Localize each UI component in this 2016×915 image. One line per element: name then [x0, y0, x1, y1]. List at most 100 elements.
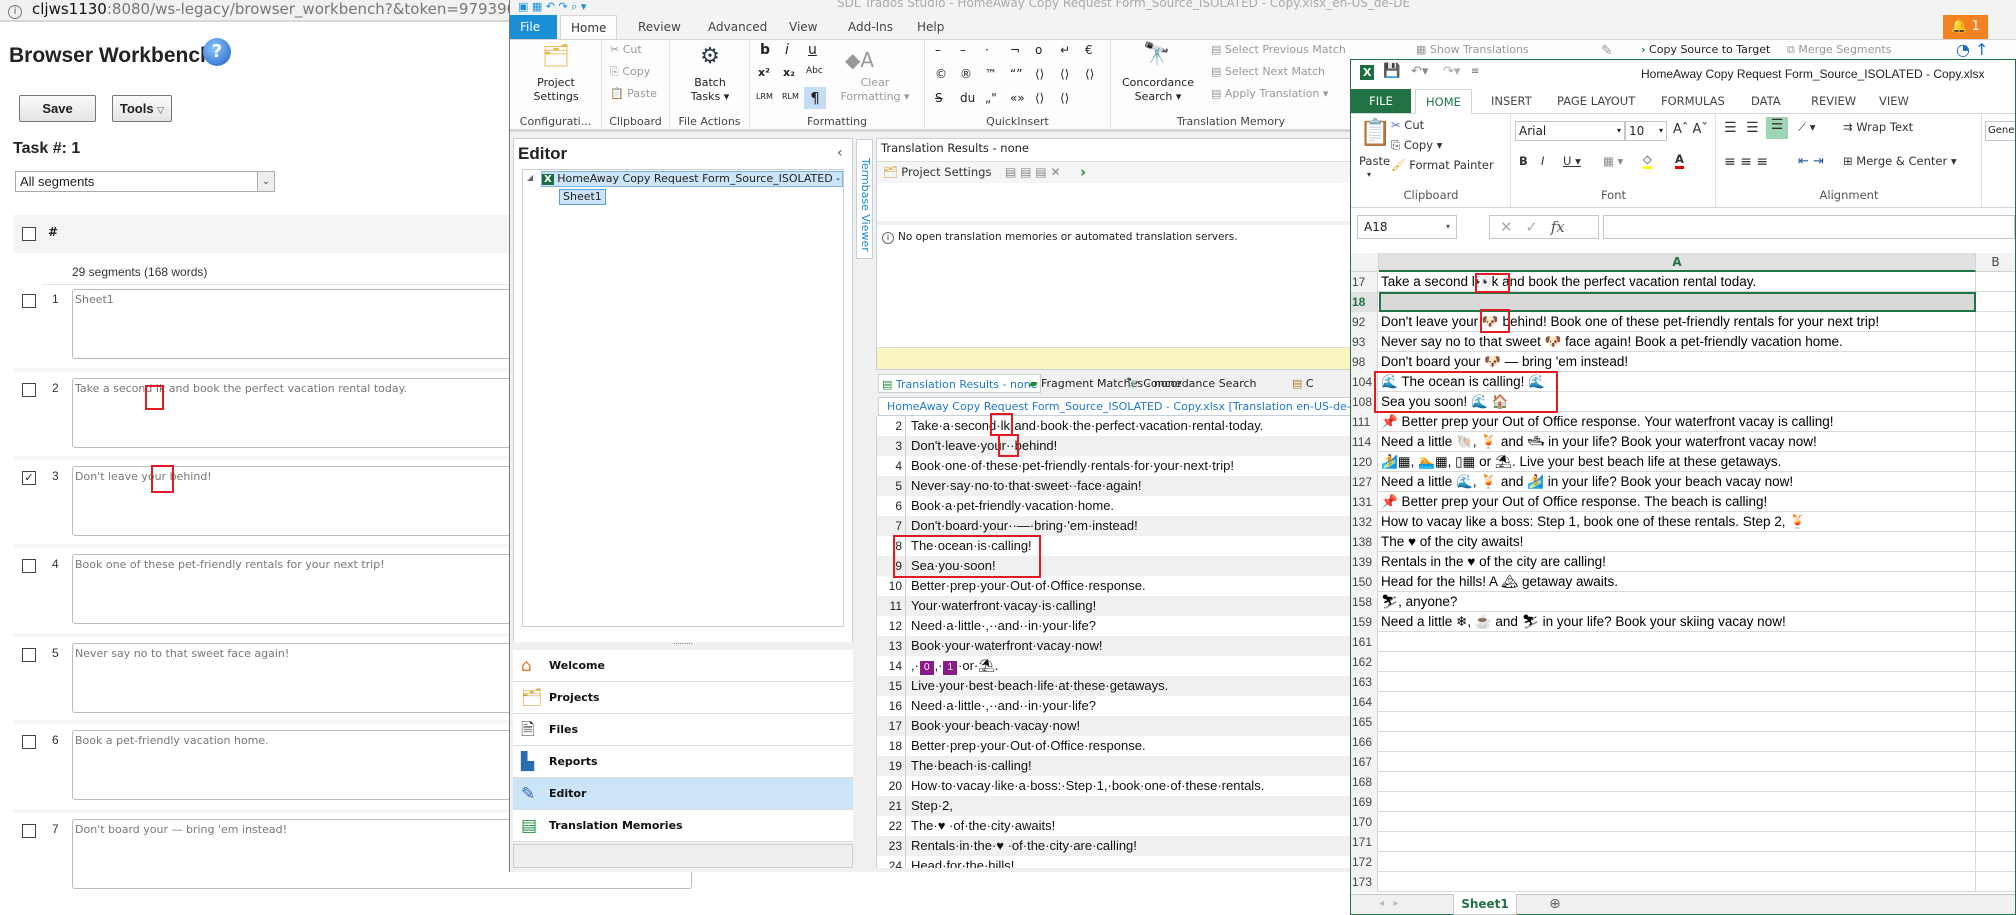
- segment-row[interactable]: 10 Better·prep·your·Out·of·Office·respons…: [877, 576, 1356, 596]
- segment-row[interactable]: 2 Take·a·second·lk·and·book·the·perfect·v…: [877, 416, 1356, 436]
- cell-a[interactable]: [1379, 772, 1976, 792]
- row-header[interactable]: 92: [1351, 312, 1378, 332]
- segment-checkbox[interactable]: [22, 648, 36, 662]
- cut-button[interactable]: ✂ Cut: [1391, 118, 1424, 132]
- segment-checkbox[interactable]: [22, 824, 36, 838]
- small-caps-button[interactable]: Abc: [806, 66, 823, 76]
- placeholder-tag[interactable]: 0: [919, 661, 934, 675]
- row-header[interactable]: 150: [1351, 572, 1378, 592]
- name-box[interactable]: A18 ▾: [1357, 215, 1457, 239]
- segment-row[interactable]: 5 Never·say·no·to·that·sweet··face·again!: [877, 476, 1356, 496]
- cell-a[interactable]: [1379, 832, 1976, 852]
- segment-row[interactable]: 16 Need·a·little·,··and··in·your·life?: [877, 696, 1356, 716]
- segment-row[interactable]: 14 ,· 0 ,· 1 ·or·⛱.: [877, 656, 1356, 676]
- tree-item-file[interactable]: X HomeAway Copy Request Form_Source_ISOL…: [541, 171, 843, 187]
- cut-button[interactable]: ✂ Cut: [610, 43, 642, 56]
- nav-item-reports[interactable]: ▙ Reports: [513, 746, 853, 778]
- wrap-text-button[interactable]: ⇉ Wrap Text: [1843, 120, 1913, 134]
- segment-row[interactable]: 19 The·beach·is·calling!: [877, 756, 1356, 776]
- fill-color-button[interactable]: ◇: [1643, 152, 1652, 169]
- row-header[interactable]: 93: [1351, 332, 1378, 352]
- row-header[interactable]: 139: [1351, 552, 1378, 572]
- subscript-button[interactable]: x₂: [783, 66, 795, 79]
- segment-row[interactable]: 20 How·to·vacay·like·a·boss:·Step·1,·book…: [877, 776, 1356, 796]
- borders-button[interactable]: ▦ ▾: [1603, 154, 1623, 168]
- select-all-checkbox[interactable]: [22, 227, 36, 241]
- cell-a[interactable]: Never say no to that sweet 🐶 face again!…: [1379, 332, 1976, 352]
- quickinsert-button[interactable]: –: [935, 43, 941, 57]
- cancel-icon[interactable]: ✕: [1500, 218, 1513, 236]
- cell-a[interactable]: [1379, 672, 1976, 692]
- superscript-button[interactable]: x²: [758, 66, 770, 79]
- info-icon[interactable]: i: [8, 5, 22, 19]
- quickinsert-button[interactable]: ⟨⟩: [1060, 67, 1069, 81]
- quickinsert-button[interactable]: ⟨⟩: [1085, 67, 1094, 81]
- tab-help[interactable]: Help: [907, 15, 954, 39]
- tab-home[interactable]: HOME: [1415, 89, 1472, 114]
- segment-row[interactable]: 7 Don't·board·your··—·bring·'em·instead!: [877, 516, 1356, 536]
- row-header[interactable]: 171: [1351, 832, 1378, 852]
- bottom-tab[interactable]: ▤ Translation Results - none: [878, 374, 1042, 393]
- segment-row[interactable]: 8 The·ocean·is·calling!: [877, 536, 1356, 556]
- quickinsert-button[interactable]: ⟨⟩: [1035, 67, 1044, 81]
- row-header[interactable]: 131: [1351, 492, 1378, 512]
- pane-splitter[interactable]: ·········: [513, 641, 853, 648]
- quickinsert-button[interactable]: ·: [985, 43, 989, 57]
- apply-translation-button[interactable]: ▤ Apply Translation ▾: [1211, 87, 1328, 100]
- quickinsert-button[interactable]: €: [1085, 43, 1093, 57]
- redo-icon[interactable]: ↷▾: [1443, 64, 1460, 79]
- row-header[interactable]: 165: [1351, 712, 1378, 732]
- segment-row[interactable]: 21 Step·2,: [877, 796, 1356, 816]
- row-header[interactable]: 166: [1351, 732, 1378, 752]
- segment-row[interactable]: 17 Book·your·beach·vacay·now!: [877, 716, 1356, 736]
- cell-a[interactable]: Take a second l👀k and book the perfect v…: [1379, 272, 1976, 292]
- sheet-scroll-arrows[interactable]: ◂ ▸: [1379, 898, 1399, 909]
- tab-file[interactable]: FILE: [1351, 89, 1411, 113]
- quickinsert-button[interactable]: ¬: [1010, 43, 1020, 57]
- cell-a[interactable]: [1379, 732, 1976, 752]
- clear-formatting-button[interactable]: Clear Formatting ▾: [836, 76, 914, 104]
- nav-item-welcome[interactable]: ⌂ Welcome: [513, 650, 853, 682]
- underline-button[interactable]: U ▾: [1563, 154, 1581, 168]
- tab-file[interactable]: File: [510, 15, 557, 39]
- cell-a[interactable]: 🏄▦, 🏊▦, ▯▦ or ⛱. Live your best beach li…: [1379, 452, 1976, 472]
- row-header[interactable]: 17: [1351, 272, 1378, 292]
- tab-add-ins[interactable]: Add-Ins: [838, 15, 903, 39]
- notification-button[interactable]: 🔔 1: [1943, 15, 1988, 39]
- font-size-select[interactable]: 10 ▾: [1625, 121, 1667, 141]
- cell-a[interactable]: Need a little ❄, ☕ and ⛷ in your life? B…: [1379, 612, 1976, 632]
- cell-a[interactable]: Don't leave your 🐶 behind! Book one of t…: [1379, 312, 1976, 332]
- quickinsert-button[interactable]: ⟨⟩: [1060, 91, 1069, 105]
- quickinsert-button[interactable]: “”: [1010, 67, 1022, 81]
- cell-a[interactable]: Sea you soon! 🌊 🏠: [1379, 392, 1976, 412]
- segment-row[interactable]: 11 Your·waterfront·vacay·is·calling!: [877, 596, 1356, 616]
- copy-button[interactable]: ⎘ Copy ▾: [1391, 138, 1442, 153]
- cell-a[interactable]: [1379, 852, 1976, 872]
- show-translations-button[interactable]: ▦ Show Translations: [1416, 43, 1529, 56]
- quickinsert-button[interactable]: «»: [1010, 91, 1025, 105]
- paste-button[interactable]: Paste: [1359, 154, 1390, 168]
- row-header[interactable]: 167: [1351, 752, 1378, 772]
- nav-item-translation-memories[interactable]: ▤ Translation Memories: [513, 810, 853, 842]
- rlm-button[interactable]: RLM: [782, 92, 799, 101]
- select-all-corner[interactable]: [1351, 253, 1379, 272]
- row-header[interactable]: 170: [1351, 812, 1378, 832]
- column-header-b[interactable]: B: [1976, 253, 2015, 272]
- segment-row[interactable]: 13 Book·your·waterfront·vacay·now!: [877, 636, 1356, 656]
- tree-expand-icon[interactable]: ◢: [527, 173, 533, 182]
- tab-view[interactable]: VIEW: [1869, 89, 1919, 113]
- row-header[interactable]: 98: [1351, 352, 1378, 372]
- segment-checkbox[interactable]: [22, 735, 36, 749]
- bottom-tab[interactable]: ▤ C: [1292, 374, 1314, 393]
- quickinsert-button[interactable]: ©: [935, 67, 947, 81]
- quickinsert-button[interactable]: S̶: [935, 91, 943, 105]
- cell-a[interactable]: Need a little 🌊, 🍹 and 🏄 in your life? B…: [1379, 472, 1976, 492]
- tab-view[interactable]: View: [779, 15, 827, 39]
- copy-button[interactable]: ⎘ Copy: [610, 65, 650, 79]
- concordance-search-button[interactable]: Concordance Search ▾: [1115, 76, 1201, 104]
- segment-row[interactable]: 6 Book·a·pet-friendly·vacation·home.: [877, 496, 1356, 516]
- tab-insert[interactable]: INSERT: [1481, 89, 1542, 113]
- row-header[interactable]: 163: [1351, 672, 1378, 692]
- formula-input[interactable]: [1603, 215, 2015, 239]
- cell-a[interactable]: The ♥ of the city awaits!: [1379, 532, 1976, 552]
